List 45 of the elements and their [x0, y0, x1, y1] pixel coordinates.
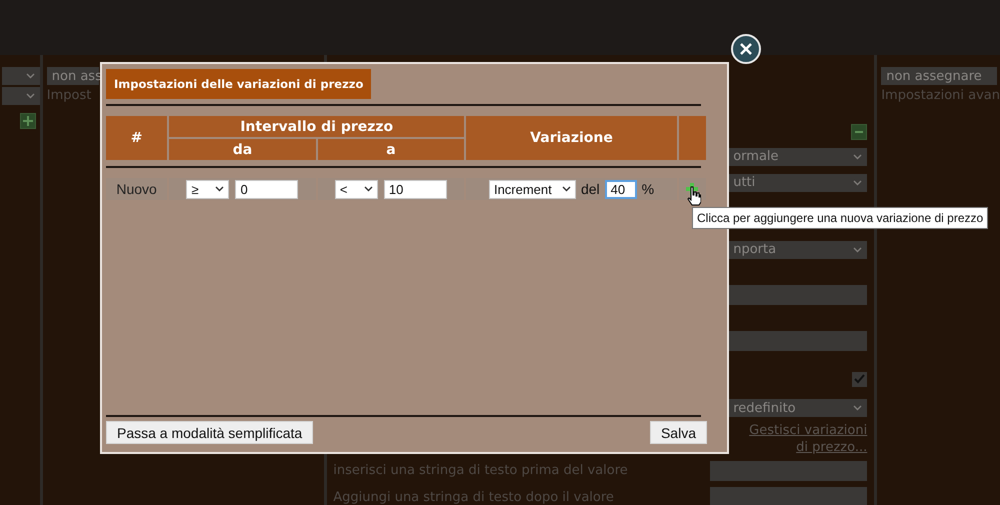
chevron-icon	[853, 180, 862, 186]
select-field[interactable]	[2, 87, 40, 105]
operator-select[interactable]: ≥	[186, 180, 230, 198]
chevron-icon	[853, 246, 862, 252]
minus-icon	[855, 131, 864, 133]
column-header: Intervallo di prezzo	[169, 116, 464, 137]
input-field[interactable]	[728, 284, 868, 304]
field-label: inserisci una stringa di testo prima del valore	[332, 463, 628, 478]
add-button[interactable]	[20, 113, 36, 129]
field-label: Aggiungi una stringa di testo dopo il valore	[332, 490, 614, 504]
save-button[interactable]: Salva	[650, 421, 707, 444]
percent-sign: %	[642, 181, 654, 197]
chevron-icon	[562, 186, 571, 192]
column-header: Variazione	[466, 116, 677, 160]
chevron-icon	[364, 186, 373, 192]
chevron-icon	[26, 93, 35, 99]
tooltip: Clicca per aggiungere una nuova variazione di prezzo	[692, 207, 988, 229]
checkbox[interactable]	[852, 372, 868, 386]
collapse-button[interactable]	[851, 124, 868, 140]
plus-icon	[22, 116, 33, 126]
input-field[interactable]	[728, 330, 868, 350]
chevron-icon	[26, 73, 35, 79]
to-input[interactable]: 10	[384, 180, 447, 198]
simplified-mode-button[interactable]: Passa a modalità semplificata	[106, 421, 314, 444]
column-header: da	[169, 139, 316, 160]
row-label: Nuovo	[116, 180, 157, 196]
settings-text: Impostazioni avan	[881, 88, 1000, 103]
pointer-cursor-icon	[687, 186, 701, 206]
input-field[interactable]	[710, 460, 868, 480]
column-header: a	[318, 139, 464, 160]
chevron-icon	[215, 186, 224, 192]
close-icon	[740, 43, 752, 55]
input-field[interactable]	[710, 487, 868, 505]
settings-text: Impost	[46, 88, 92, 103]
from-input[interactable]: 0	[235, 180, 298, 198]
chevron-icon	[853, 405, 862, 411]
column-header: #	[106, 116, 168, 160]
operator-select[interactable]: <	[334, 180, 378, 198]
add-icon[interactable]	[685, 182, 700, 196]
chevron-icon	[853, 154, 862, 160]
variation-select[interactable]: Increment	[488, 180, 576, 198]
select-field[interactable]	[2, 67, 40, 85]
del-label: del	[580, 181, 600, 197]
percent-input[interactable]: 40	[604, 180, 637, 198]
dialog-title: Impostazioni delle variazioni di prezzo	[106, 69, 372, 99]
